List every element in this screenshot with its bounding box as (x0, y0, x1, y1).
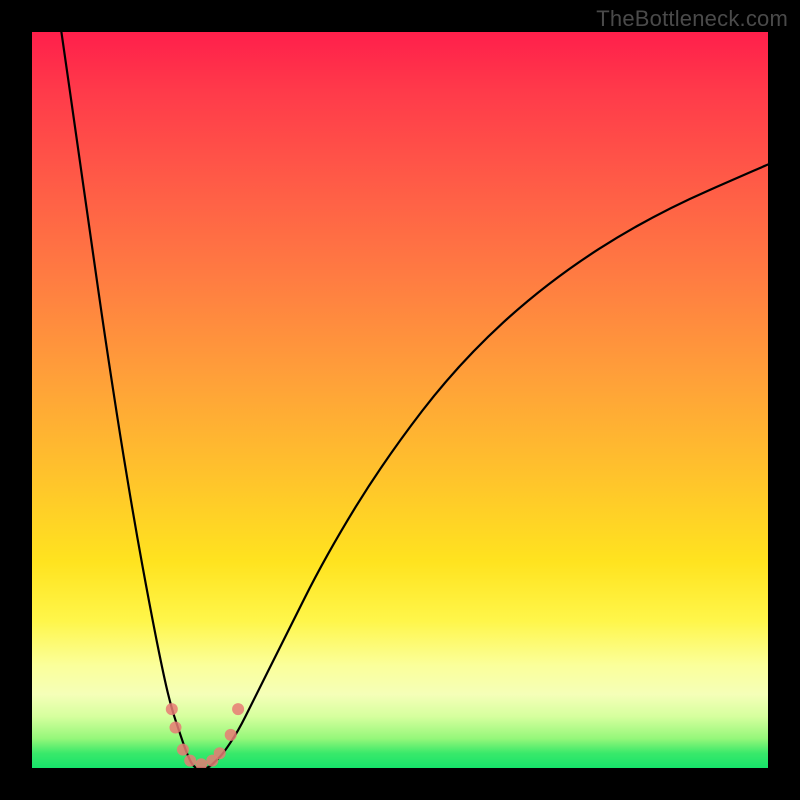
watermark-text: TheBottleneck.com (596, 6, 788, 32)
chart-stage: TheBottleneck.com (0, 0, 800, 800)
curve-marker (166, 703, 178, 715)
curve-layer (32, 32, 768, 768)
curve-marker (177, 744, 189, 756)
curve-marker (184, 755, 196, 767)
marker-group (166, 703, 244, 768)
bottleneck-curve (61, 32, 768, 768)
curve-marker (195, 758, 207, 768)
curve-marker (232, 703, 244, 715)
curve-marker (225, 729, 237, 741)
curve-marker (214, 747, 226, 759)
plot-area (32, 32, 768, 768)
curve-marker (170, 722, 182, 734)
